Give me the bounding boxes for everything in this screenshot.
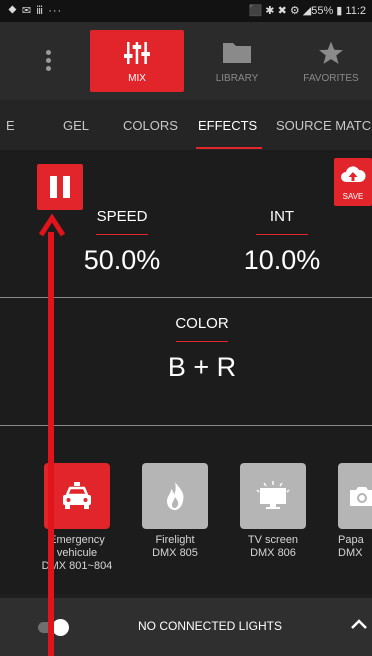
color-value: B + R [167, 352, 237, 382]
intensity-control[interactable]: INT 10.0% [222, 208, 342, 276]
sliders-icon [124, 42, 150, 64]
preset-firelight[interactable] [142, 463, 208, 529]
intensity-underline [256, 234, 308, 235]
save-label: SAVE [342, 192, 364, 201]
preset-name: Papa [338, 534, 364, 546]
preset-caption-papa: Papa DMX [338, 534, 372, 560]
star-icon [319, 41, 343, 64]
color-label: COLOR [175, 315, 229, 332]
camera-icon [350, 487, 372, 506]
speed-control[interactable]: SPEED 50.0% [62, 208, 182, 276]
tab-colors[interactable]: COLORS [123, 118, 178, 133]
pause-icon-bar [63, 176, 70, 198]
top-nav: MIX LIBRARY FAVORITES [0, 22, 372, 100]
preset-dmx: DMX 805 [152, 547, 198, 559]
fire-icon [167, 482, 184, 510]
pause-button[interactable] [37, 164, 83, 210]
pause-icon [50, 176, 57, 198]
bottom-bar: NO CONNECTED LIGHTS [0, 598, 372, 656]
tab-library[interactable]: LIBRARY [190, 30, 284, 92]
more-options-icon[interactable] [42, 48, 54, 78]
annotation-arrow-head [38, 214, 66, 237]
preset-dmx: DMX 801~804 [41, 560, 113, 572]
tab-effects[interactable]: EFFECTS [198, 118, 257, 133]
tab-favorites-label: FAVORITES [303, 73, 359, 84]
folder-icon [223, 43, 251, 63]
intensity-value: 10.0% [243, 245, 321, 275]
preset-name: Emergency vehicule [49, 534, 105, 559]
preset-tv-screen[interactable] [240, 463, 306, 529]
tab-e[interactable]: E [6, 118, 15, 133]
tab-source-match[interactable]: SOURCE MATCH [276, 118, 372, 133]
color-underline [176, 341, 228, 342]
tv-icon [256, 481, 290, 509]
tab-favorites[interactable]: FAVORITES [290, 30, 372, 92]
speed-value: 50.0% [83, 245, 161, 275]
preset-papa[interactable] [338, 463, 372, 529]
preset-dmx: DMX [338, 547, 363, 559]
color-control[interactable]: COLOR B + R [142, 315, 262, 383]
status-left-icons: ⯁ ✉ ⅲ ··· [8, 5, 63, 17]
save-button[interactable]: SAVE [334, 158, 372, 206]
status-right-icons: ⬛ ✱ ✖ ⚙ ◢55% ▮ 11:2 [248, 5, 366, 17]
speed-label: SPEED [96, 208, 148, 225]
tab-mix-label: MIX [128, 73, 146, 84]
divider [0, 297, 372, 298]
cloud-upload-icon [341, 166, 366, 182]
speed-underline [96, 234, 148, 235]
toggle-knob [52, 619, 69, 636]
car-icon [63, 482, 91, 509]
connection-status: NO CONNECTED LIGHTS [137, 619, 282, 633]
preset-name: TV screen [247, 534, 299, 546]
preset-caption-emergency: Emergency vehicule DMX 801~804 [29, 534, 125, 573]
preset-dmx: DMX 806 [250, 547, 296, 559]
chevron-up-icon[interactable] [350, 618, 368, 630]
preset-name: Firelight [155, 534, 195, 546]
intensity-label: INT [269, 208, 295, 225]
sub-tabs: E GEL COLORS EFFECTS SOURCE MATCH [0, 100, 372, 150]
app-screen: ⯁ ✉ ⅲ ··· ⬛ ✱ ✖ ⚙ ◢55% ▮ 11:2 MIX LIBRAR… [0, 0, 372, 656]
tab-gel[interactable]: GEL [63, 118, 89, 133]
divider [0, 425, 372, 426]
annotation-arrow-line [48, 232, 54, 656]
status-bar: ⯁ ✉ ⅲ ··· ⬛ ✱ ✖ ⚙ ◢55% ▮ 11:2 [0, 0, 372, 22]
tab-mix[interactable]: MIX [90, 30, 184, 92]
tab-library-label: LIBRARY [215, 73, 259, 84]
active-tab-indicator [196, 147, 262, 149]
preset-caption-firelight: Firelight DMX 805 [127, 534, 223, 560]
preset-caption-tv-screen: TV screen DMX 806 [225, 534, 321, 560]
